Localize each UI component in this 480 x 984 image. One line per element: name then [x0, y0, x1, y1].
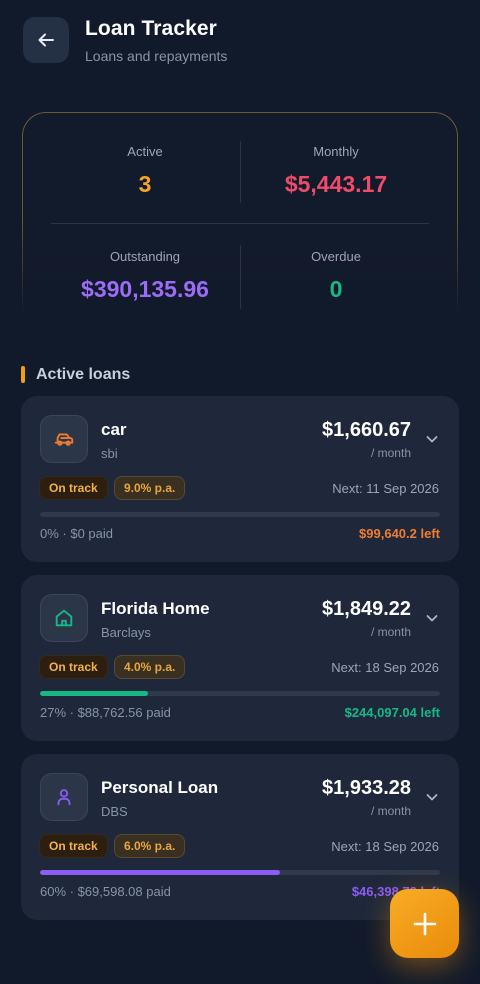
progress-fill: [40, 870, 280, 875]
stat-overdue: Overdue 0: [236, 249, 436, 303]
back-button[interactable]: [23, 17, 69, 63]
car-icon: [54, 433, 74, 446]
divider-vertical-top: [240, 141, 241, 203]
loan-name: Personal Loan: [101, 778, 219, 797]
status-badge: On track: [39, 655, 108, 679]
stat-active-value: 3: [138, 171, 152, 197]
arrow-left-icon: [38, 33, 54, 47]
person-icon: [57, 789, 71, 806]
section-accent-bar: [21, 366, 25, 383]
loan-per-month: / month: [370, 804, 411, 818]
loan-icon-badge: [40, 415, 88, 463]
loan-lender: Barclays: [101, 625, 151, 640]
loan-lender: sbi: [101, 446, 118, 461]
home-icon: [55, 609, 73, 627]
section-title: Active loans: [36, 366, 131, 383]
loan-lender: DBS: [101, 804, 128, 819]
loan-tracker-screen: Loan Tracker Loans and repayments Active…: [0, 0, 480, 984]
plus-icon: [413, 912, 436, 935]
progress-fill: [40, 691, 148, 696]
stat-active: Active 3: [45, 144, 245, 198]
next-payment-date: Next: 11 Sep 2026: [332, 481, 439, 496]
chevron-down-icon[interactable]: [425, 432, 439, 446]
repayment-progress-bar: [40, 512, 440, 517]
paid-summary: 27% · $88,762.56 paid: [40, 705, 171, 720]
divider-horizontal: [51, 223, 429, 224]
loan-monthly-amount: $1,849.22: [322, 598, 411, 620]
stat-outstanding-value: $390,135.96: [81, 276, 209, 302]
remaining-amount: $99,640.2 left: [359, 526, 440, 541]
stat-active-label: Active: [127, 144, 163, 159]
stat-overdue-label: Overdue: [311, 249, 361, 264]
rate-badge: 4.0% p.a.: [114, 655, 186, 679]
status-badge: On track: [39, 476, 108, 500]
stat-outstanding-label: Outstanding: [109, 249, 181, 264]
loan-monthly-amount: $1,660.67: [322, 419, 411, 441]
status-badge: On track: [39, 834, 108, 858]
next-payment-date: Next: 18 Sep 2026: [331, 839, 439, 854]
paid-summary: 0% · $0 paid: [40, 526, 113, 541]
loan-icon-badge: [40, 594, 88, 642]
page-title: Loan Tracker: [85, 17, 217, 40]
remaining-amount: $244,097.04 left: [344, 705, 440, 720]
paid-summary: 60% · $69,598.08 paid: [40, 884, 171, 899]
repayment-progress-bar: [40, 870, 440, 875]
stat-overdue-value: 0: [329, 276, 343, 302]
loan-per-month: / month: [370, 625, 411, 639]
loan-card-florida-home[interactable]: Florida Home Barclays $1,849.22 / month …: [21, 575, 459, 741]
loan-per-month: / month: [370, 446, 411, 460]
rate-badge: 9.0% p.a.: [114, 476, 186, 500]
stat-monthly-label: Monthly: [313, 144, 359, 159]
stat-monthly: Monthly $5,443.17: [236, 144, 436, 198]
loan-card-car[interactable]: car sbi $1,660.67 / month On track 9.0% …: [21, 396, 459, 562]
summary-card: Active 3 Monthly $5,443.17 Outstanding $…: [21, 112, 459, 347]
repayment-progress-bar: [40, 691, 440, 696]
loan-monthly-amount: $1,933.28: [322, 777, 411, 799]
rate-badge: 6.0% p.a.: [114, 834, 186, 858]
next-payment-date: Next: 18 Sep 2026: [331, 660, 439, 675]
loan-icon-badge: [40, 773, 88, 821]
chevron-down-icon[interactable]: [425, 790, 439, 804]
page-subtitle: Loans and repayments: [85, 48, 228, 64]
stat-monthly-value: $5,443.17: [284, 171, 388, 197]
add-loan-button[interactable]: [390, 889, 459, 958]
loan-name: car: [101, 420, 127, 439]
divider-vertical-bottom: [240, 245, 241, 309]
loan-name: Florida Home: [101, 599, 210, 618]
chevron-down-icon[interactable]: [425, 611, 439, 625]
stat-outstanding: Outstanding $390,135.96: [45, 249, 245, 303]
